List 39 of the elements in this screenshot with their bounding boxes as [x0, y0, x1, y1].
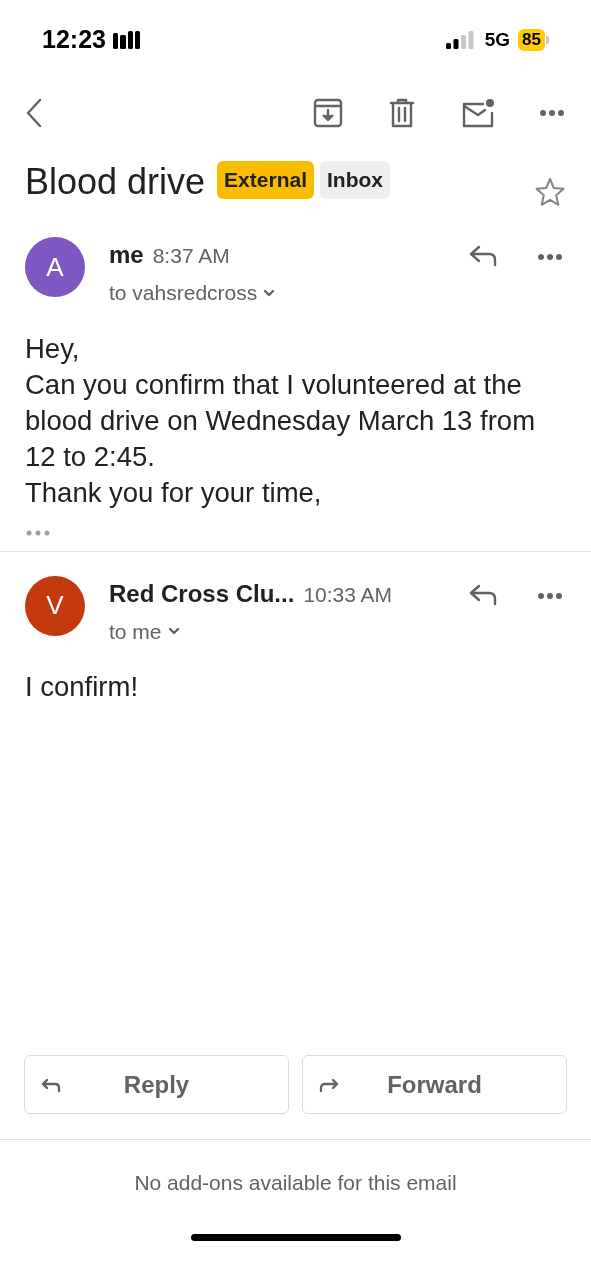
message-text: I confirm! — [25, 670, 140, 704]
action-button[interactable]: Reply — [24, 1055, 289, 1114]
email-subject: Blood drive — [25, 160, 206, 204]
books-icon — [111, 29, 142, 51]
message-time: 10:33 AM — [303, 581, 393, 608]
signal-icon — [444, 30, 475, 50]
star-icon[interactable] — [535, 177, 565, 207]
label-tag: External — [217, 161, 314, 199]
chevron-down-icon[interactable] — [167, 627, 180, 636]
trash-icon[interactable] — [389, 98, 415, 128]
reply-icon — [41, 1078, 61, 1092]
message-text: Hey, — [25, 331, 81, 366]
message-text: Thank you for your time, — [25, 475, 323, 510]
sender-name: me — [109, 240, 144, 270]
label-tag: Inbox — [320, 161, 390, 199]
recipient-text: to me — [109, 618, 162, 645]
sender-name: Red Cross Clu... — [109, 578, 295, 609]
reply-icon[interactable] — [469, 583, 497, 606]
footer-text: No add-ons available for this email — [134, 1170, 457, 1197]
action-button[interactable]: Forward — [302, 1055, 567, 1114]
chevron-down-icon[interactable] — [263, 288, 276, 297]
recipient-text: to vahsredcross — [109, 280, 258, 306]
more-icon[interactable] — [537, 591, 563, 600]
reply-icon[interactable] — [469, 245, 497, 267]
network-label: 5G — [484, 27, 511, 52]
archive-icon[interactable] — [313, 98, 343, 128]
sender-avatar: V — [25, 575, 85, 636]
more-icon[interactable] — [537, 253, 563, 261]
sender-avatar: A — [25, 237, 85, 297]
battery-level: 85 — [518, 29, 545, 51]
mail-icon[interactable] — [461, 98, 495, 128]
more-icon[interactable] — [539, 109, 565, 117]
message-time: 8:37 AM — [152, 243, 230, 269]
message-text: Can you confirm that I volunteered at the blood drive on Wednesday March 13 from 12 to 2:45. — [25, 367, 537, 474]
show-quoted-icon[interactable] — [25, 528, 51, 537]
battery-cap — [546, 36, 549, 44]
back-icon[interactable] — [24, 97, 44, 129]
status-time: 12:23 — [42, 24, 106, 56]
forward-icon — [319, 1078, 339, 1092]
